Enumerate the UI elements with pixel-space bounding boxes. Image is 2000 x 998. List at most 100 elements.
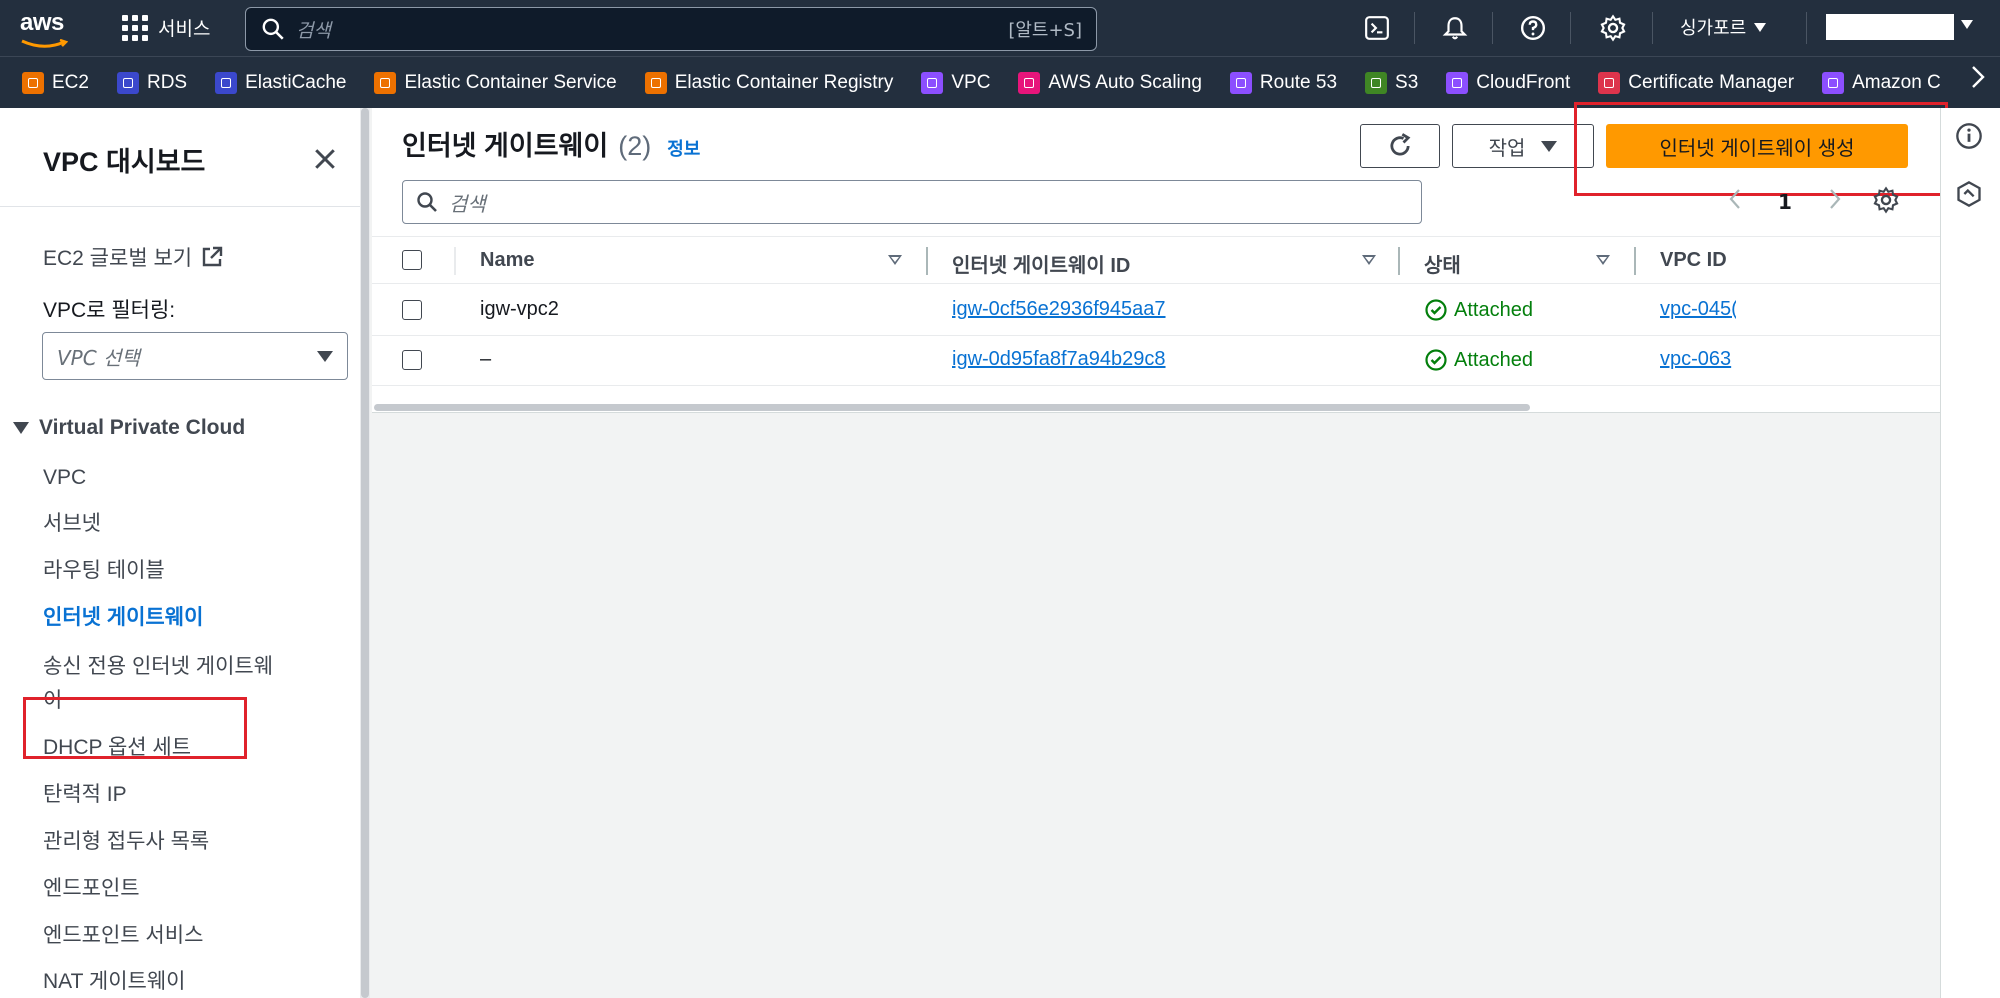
service-icon xyxy=(921,71,944,94)
cell-vpc-id-link[interactable]: vpc-063 xyxy=(1660,348,1731,370)
favorite-label: CloudFront xyxy=(1476,71,1571,93)
favorites-next-icon[interactable] xyxy=(1970,64,1986,96)
favorite-item[interactable]: RDS xyxy=(116,71,188,94)
sort-icon[interactable] xyxy=(888,255,902,265)
chevron-left-icon[interactable] xyxy=(1728,188,1742,215)
service-icon xyxy=(1018,71,1041,94)
right-rail xyxy=(1940,108,2000,998)
search-placeholder: 검색 xyxy=(296,19,331,42)
favorite-label: ElastiCache xyxy=(245,71,347,93)
chevron-down-icon xyxy=(1754,22,1767,32)
chevron-right-icon[interactable] xyxy=(1828,188,1842,215)
highlight-box xyxy=(1574,102,1948,196)
table-row[interactable]: – igw-0d95fa8f7a94b29c8 Attached vpc-063 xyxy=(372,336,1940,386)
cell-igw-id-link[interactable]: igw-0cf56e2936f945aa7 xyxy=(952,298,1166,321)
aws-logo[interactable]: aws xyxy=(20,11,74,48)
sidebar-item[interactable]: 서브넷 xyxy=(43,508,101,540)
vpc-filter-select[interactable]: VPC 선택 xyxy=(42,332,348,380)
account-menu[interactable] xyxy=(1826,14,1954,40)
favorite-label: S3 xyxy=(1395,71,1419,93)
preferences-gear-icon[interactable] xyxy=(1872,186,1902,216)
favorite-item[interactable]: Certificate Manager xyxy=(1598,71,1795,94)
favorite-item[interactable]: CloudFront xyxy=(1446,71,1571,94)
favorite-label: AWS Auto Scaling xyxy=(1048,71,1202,93)
global-search-input[interactable]: 검색 [알트+S] xyxy=(245,7,1097,51)
column-header-vpc-id[interactable]: VPC ID xyxy=(1660,249,1727,272)
section-label: Virtual Private Cloud xyxy=(39,416,246,439)
sidebar-item[interactable]: 엔드포인트 xyxy=(43,873,140,905)
page-header: 인터넷 게이트웨이 (2) 정보 xyxy=(402,124,700,163)
bell-icon[interactable] xyxy=(1440,13,1470,43)
main-content: 인터넷 게이트웨이 (2) 정보 작업 인터넷 게이트웨이 생성 검색 1 Na… xyxy=(372,102,1948,998)
sidebar-item[interactable]: NAT 게이트웨이 xyxy=(43,966,186,998)
info-panel-icon[interactable] xyxy=(1955,122,1985,152)
service-icon xyxy=(1598,71,1621,94)
row-checkbox[interactable] xyxy=(402,350,422,370)
table-row[interactable]: igw-vpc2 igw-0cf56e2936f945aa7 Attached vpc… xyxy=(372,286,1940,336)
section-virtual-private-cloud[interactable]: Virtual Private Cloud xyxy=(13,416,245,440)
cloudshell-icon[interactable] xyxy=(1362,13,1392,43)
actions-label: 작업 xyxy=(1488,137,1526,160)
column-header-igw-id[interactable]: 인터넷 게이트웨이 ID xyxy=(952,249,1130,278)
favorite-item[interactable]: ElastiCache xyxy=(215,71,347,94)
search-icon xyxy=(417,192,437,212)
sidebar-scrollbar[interactable] xyxy=(360,108,370,998)
column-header-name[interactable]: Name xyxy=(480,249,534,272)
sidebar-item[interactable]: 관리형 접두사 목록 xyxy=(43,826,209,858)
service-icon xyxy=(1365,71,1388,94)
cell-vpc-id-link[interactable]: vpc-045( xyxy=(1660,298,1736,320)
favorite-item[interactable]: Elastic Container Registry xyxy=(644,71,893,94)
favorite-label: Certificate Manager xyxy=(1628,71,1795,93)
favorite-item[interactable]: Route 53 xyxy=(1229,71,1337,94)
highlight-box xyxy=(23,697,247,759)
actions-button[interactable]: 작업 xyxy=(1452,124,1594,168)
vpc-filter-placeholder: VPC 선택 xyxy=(57,345,140,370)
favorite-item[interactable]: Amazon C xyxy=(1822,71,1941,94)
table-filter-input[interactable]: 검색 xyxy=(402,180,1422,224)
help-icon[interactable] xyxy=(1518,13,1548,43)
sidebar-item[interactable]: 탄력적 IP xyxy=(43,779,127,811)
chevron-down-icon xyxy=(317,350,333,362)
column-header-state[interactable]: 상태 xyxy=(1424,249,1461,278)
services-menu[interactable]: 서비스 xyxy=(122,14,210,41)
sidebar-item[interactable]: 라우팅 테이블 xyxy=(43,555,165,587)
favorite-item[interactable]: S3 xyxy=(1365,71,1419,94)
state-label: Attached xyxy=(1454,298,1533,321)
favorite-item[interactable]: AWS Auto Scaling xyxy=(1018,71,1202,94)
sidebar-item[interactable]: 엔드포인트 서비스 xyxy=(43,920,203,952)
favorite-item[interactable]: VPC xyxy=(921,71,991,94)
favorite-label: RDS xyxy=(146,71,188,93)
settings-icon[interactable] xyxy=(1598,13,1628,43)
state-label: Attached xyxy=(1454,348,1533,371)
page-title: 인터넷 게이트웨이 xyxy=(402,131,609,161)
service-icon xyxy=(22,71,44,94)
caret-down-icon xyxy=(13,422,29,434)
cell-igw-id-link[interactable]: igw-0d95fa8f7a94b29c8 xyxy=(952,348,1166,371)
favorite-item[interactable]: EC2 xyxy=(22,71,89,94)
refresh-icon xyxy=(1390,133,1411,156)
account-caret-icon xyxy=(1961,20,1973,29)
service-icon xyxy=(1822,71,1845,94)
services-label: 서비스 xyxy=(158,18,211,40)
close-icon[interactable] xyxy=(310,144,340,174)
page-number[interactable]: 1 xyxy=(1778,190,1792,214)
row-checkbox[interactable] xyxy=(402,300,422,320)
info-link[interactable]: 정보 xyxy=(667,135,700,161)
favorite-label: Elastic Container Service xyxy=(404,71,617,93)
sidebar-item[interactable]: 송신 전용 인터넷 게이트웨 xyxy=(43,651,273,683)
table-horizontal-scrollbar[interactable] xyxy=(372,402,1940,412)
select-all-checkbox[interactable] xyxy=(402,250,422,270)
favorite-item[interactable]: Elastic Container Service xyxy=(374,71,617,94)
sidebar-item[interactable]: VPC xyxy=(43,462,86,494)
sort-icon[interactable] xyxy=(1596,255,1610,265)
hexagon-icon[interactable] xyxy=(1955,180,1985,210)
sidebar-item[interactable]: 인터넷 게이트웨이 xyxy=(43,602,203,634)
apps-grid-icon xyxy=(122,14,148,41)
sidebar-title: VPC 대시보드 xyxy=(43,147,206,177)
refresh-button[interactable] xyxy=(1360,124,1440,168)
favorite-label: VPC xyxy=(951,71,991,93)
sort-icon[interactable] xyxy=(1362,255,1376,265)
region-selector[interactable]: 싱가포르 xyxy=(1680,14,1767,40)
cell-state: Attached xyxy=(1424,298,1533,322)
ec2-global-view-link[interactable]: EC2 글로벌 보기 xyxy=(43,242,224,272)
